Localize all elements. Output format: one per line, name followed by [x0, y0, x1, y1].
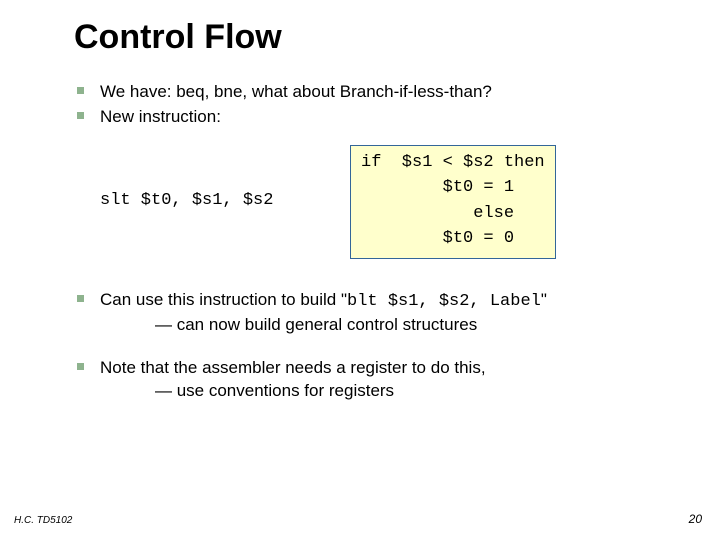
bullet-text: New instruction:: [100, 106, 680, 129]
instruction-block: slt $t0, $s1, $s2 if $s1 < $s2 then $t0 …: [60, 145, 680, 259]
bullet-subline: — can now build general control structur…: [155, 315, 477, 334]
code-box: if $s1 < $s2 then $t0 = 1 else $t0 = 0: [350, 145, 556, 259]
bullet-icon: [60, 81, 100, 104]
bullet-text: We have: beq, bne, what about Branch-if-…: [100, 81, 680, 104]
bullet-icon: [60, 106, 100, 129]
slide: Control Flow We have: beq, bne, what abo…: [0, 0, 720, 540]
footer-right: 20: [689, 512, 702, 526]
footer-left: H.C. TD5102: [14, 515, 72, 526]
bullet-4: Note that the assembler needs a register…: [60, 357, 680, 403]
bullet-3: Can use this instruction to build "blt $…: [60, 289, 680, 337]
bullet-2: New instruction:: [60, 106, 680, 129]
bullet-subline: — use conventions for registers: [155, 381, 394, 400]
bullet-text: Can use this instruction to build "blt $…: [100, 289, 680, 337]
bullet-icon: [60, 289, 100, 337]
slide-title: Control Flow: [74, 18, 680, 57]
bullet-icon: [60, 357, 100, 403]
slt-code: slt $t0, $s1, $s2: [60, 190, 350, 213]
bullet-text: Note that the assembler needs a register…: [100, 357, 680, 403]
bullet-1: We have: beq, bne, what about Branch-if-…: [60, 81, 680, 104]
slide-content: We have: beq, bne, what about Branch-if-…: [60, 81, 680, 403]
